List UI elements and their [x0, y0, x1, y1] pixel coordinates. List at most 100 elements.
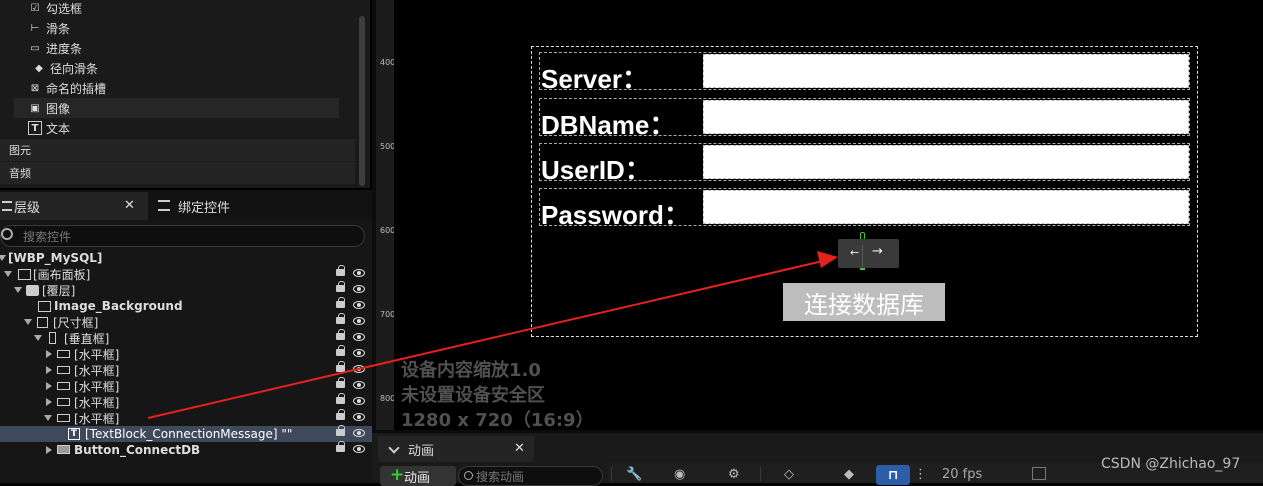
- lock-icon[interactable]: [336, 393, 345, 404]
- palette-category-primitive[interactable]: 图元: [0, 139, 355, 161]
- palette-item-slider[interactable]: ⊢ 滑条: [28, 18, 353, 38]
- userid-input[interactable]: [703, 145, 1189, 179]
- lock-icon[interactable]: [336, 345, 345, 356]
- auto-key-icon[interactable]: ◇: [784, 467, 794, 482]
- form-row-password[interactable]: Password：: [539, 188, 1190, 230]
- expand-arrow-icon[interactable]: [24, 319, 32, 327]
- tree-item-horizontal-box[interactable]: [水平框]: [0, 393, 372, 410]
- tab-animation[interactable]: 动画 ✕: [378, 436, 534, 462]
- tab-hierarchy[interactable]: 层级 ✕: [0, 192, 148, 220]
- key-fill-icon[interactable]: ◆: [844, 467, 854, 482]
- form-row-server[interactable]: Server：: [539, 52, 1190, 94]
- tab-bind-widgets[interactable]: 绑定控件: [156, 192, 286, 220]
- widget-search-input[interactable]: 搜索控件: [0, 225, 365, 247]
- wrench-icon[interactable]: 🔧: [626, 467, 642, 482]
- close-icon[interactable]: ✕: [514, 441, 525, 456]
- resolution-info: 1280 x 720（16:9）: [401, 410, 594, 430]
- tree-item-vertical-box[interactable]: [垂直框]: [0, 329, 372, 346]
- tree-item-horizontal-box[interactable]: [水平框]: [0, 361, 372, 378]
- expand-arrow-icon[interactable]: [0, 255, 6, 263]
- visibility-eye-icon[interactable]: [353, 365, 365, 373]
- palette-category-audio[interactable]: 音频: [0, 162, 355, 184]
- visibility-eye-icon[interactable]: [353, 397, 365, 405]
- connect-db-button[interactable]: 连接数据库: [783, 283, 945, 321]
- vertical-ruler: 400 500 600 700 800: [376, 0, 395, 430]
- expand-arrow-icon[interactable]: [34, 335, 42, 343]
- gear-icon[interactable]: ⚙: [728, 467, 740, 482]
- visibility-eye-icon[interactable]: [353, 317, 365, 325]
- palette-item-image[interactable]: ▣ 图像: [14, 98, 339, 118]
- tree-item-overlay[interactable]: [覆层]: [0, 281, 372, 298]
- expand-arrow-icon[interactable]: [44, 415, 52, 423]
- watermark: CSDN @Zhichao_97: [1101, 456, 1241, 472]
- frame-rate-selector[interactable]: 20 fps: [942, 467, 982, 482]
- more-options-icon[interactable]: ⋮: [914, 467, 927, 482]
- form-row-dbname[interactable]: DBName：: [539, 98, 1190, 140]
- anchor-handle-icon[interactable]: [860, 268, 865, 270]
- lock-icon[interactable]: [336, 265, 345, 276]
- connection-message-widget[interactable]: ← →: [838, 239, 899, 268]
- lock-icon[interactable]: [336, 377, 345, 388]
- palette-item-named-slot[interactable]: ⊠ 命名的插槽: [28, 78, 353, 98]
- visibility-eye-icon[interactable]: [353, 301, 365, 309]
- palette-item-text[interactable]: T 文本: [28, 118, 353, 138]
- tree-root-wbp-mysql[interactable]: [WBP_MySQL]: [0, 250, 372, 266]
- bind-widgets-icon: [158, 200, 170, 211]
- palette-item-label: 文本: [46, 121, 71, 136]
- server-input[interactable]: [703, 54, 1189, 88]
- expand-arrow-icon[interactable]: [4, 271, 12, 279]
- lock-icon[interactable]: [336, 425, 345, 436]
- grid-icon[interactable]: [1032, 467, 1046, 480]
- visibility-eye-icon[interactable]: [353, 349, 365, 357]
- resize-handle[interactable]: [862, 245, 863, 267]
- checkbox-icon: ☑: [30, 2, 40, 14]
- palette-panel: ☑ 勾选框 ⊢ 滑条 ▭ 进度条 ◆ 径向滑条 ⊠ 命名的插槽 ▣ 图像 T 文…: [0, 0, 370, 188]
- tree-item-horizontal-box[interactable]: [水平框]: [0, 409, 372, 426]
- expand-arrow-icon[interactable]: [46, 398, 54, 406]
- expand-arrow-icon[interactable]: [46, 446, 54, 454]
- text-icon: T: [28, 121, 42, 135]
- tree-item-image-background[interactable]: Image_Background: [0, 297, 372, 314]
- tree-item-horizontal-box[interactable]: [水平框]: [0, 345, 372, 362]
- snap-toggle-button[interactable]: ⊓: [876, 465, 910, 485]
- form-row-userid[interactable]: UserID：: [539, 143, 1190, 185]
- palette-item-radial-slider[interactable]: ◆ 径向滑条: [32, 58, 357, 78]
- palette-item-label: 命名的插槽: [46, 81, 107, 96]
- lock-icon[interactable]: [336, 281, 345, 292]
- visibility-eye-icon[interactable]: [353, 285, 365, 293]
- palette-item-progressbar[interactable]: ▭ 进度条: [28, 38, 353, 58]
- visibility-eye-icon[interactable]: [353, 445, 365, 453]
- animation-search-input[interactable]: 搜索动画: [458, 466, 603, 486]
- expand-arrow-icon[interactable]: [46, 350, 54, 358]
- palette-item-checkbox[interactable]: ☑ 勾选框: [28, 0, 353, 18]
- dbname-input[interactable]: [703, 100, 1189, 134]
- visibility-eye-icon[interactable]: [353, 413, 365, 421]
- lock-icon[interactable]: [336, 441, 345, 452]
- visibility-eye-icon[interactable]: [353, 333, 365, 341]
- lock-icon[interactable]: [336, 297, 345, 308]
- lock-icon[interactable]: [336, 329, 345, 340]
- tree-item-horizontal-box[interactable]: [水平框]: [0, 377, 372, 394]
- search-icon: [1, 228, 13, 240]
- lock-icon[interactable]: [336, 313, 345, 324]
- password-input[interactable]: [703, 190, 1189, 224]
- expand-arrow-icon[interactable]: [46, 366, 54, 374]
- eye-icon[interactable]: ◉: [674, 467, 685, 482]
- progressbar-icon: ▭: [30, 42, 40, 54]
- close-icon[interactable]: ✕: [124, 198, 135, 213]
- designer-canvas[interactable]: Server： DBName： UserID： Password： ← → 连接…: [394, 0, 1263, 430]
- expand-arrow-icon[interactable]: [14, 287, 22, 295]
- size-box-frame[interactable]: Server： DBName： UserID： Password： ← → 连接…: [531, 46, 1198, 337]
- tree-item-size-box[interactable]: [尺寸框]: [0, 313, 372, 330]
- lock-icon[interactable]: [336, 409, 345, 420]
- add-animation-button[interactable]: + 动画: [380, 466, 456, 486]
- visibility-eye-icon[interactable]: [353, 381, 365, 389]
- lock-icon[interactable]: [336, 361, 345, 372]
- visibility-eye-icon[interactable]: [353, 269, 365, 277]
- tree-item-canvas-panel[interactable]: [画布面板]: [0, 265, 372, 282]
- visibility-eye-icon[interactable]: [353, 429, 365, 437]
- expand-arrow-icon[interactable]: [46, 382, 54, 390]
- tree-item-button-connectdb[interactable]: Button_ConnectDB: [0, 441, 372, 458]
- palette-scrollbar[interactable]: [359, 16, 365, 186]
- tree-item-textblock-connection-message[interactable]: T [TextBlock_ConnectionMessage] "": [0, 425, 372, 442]
